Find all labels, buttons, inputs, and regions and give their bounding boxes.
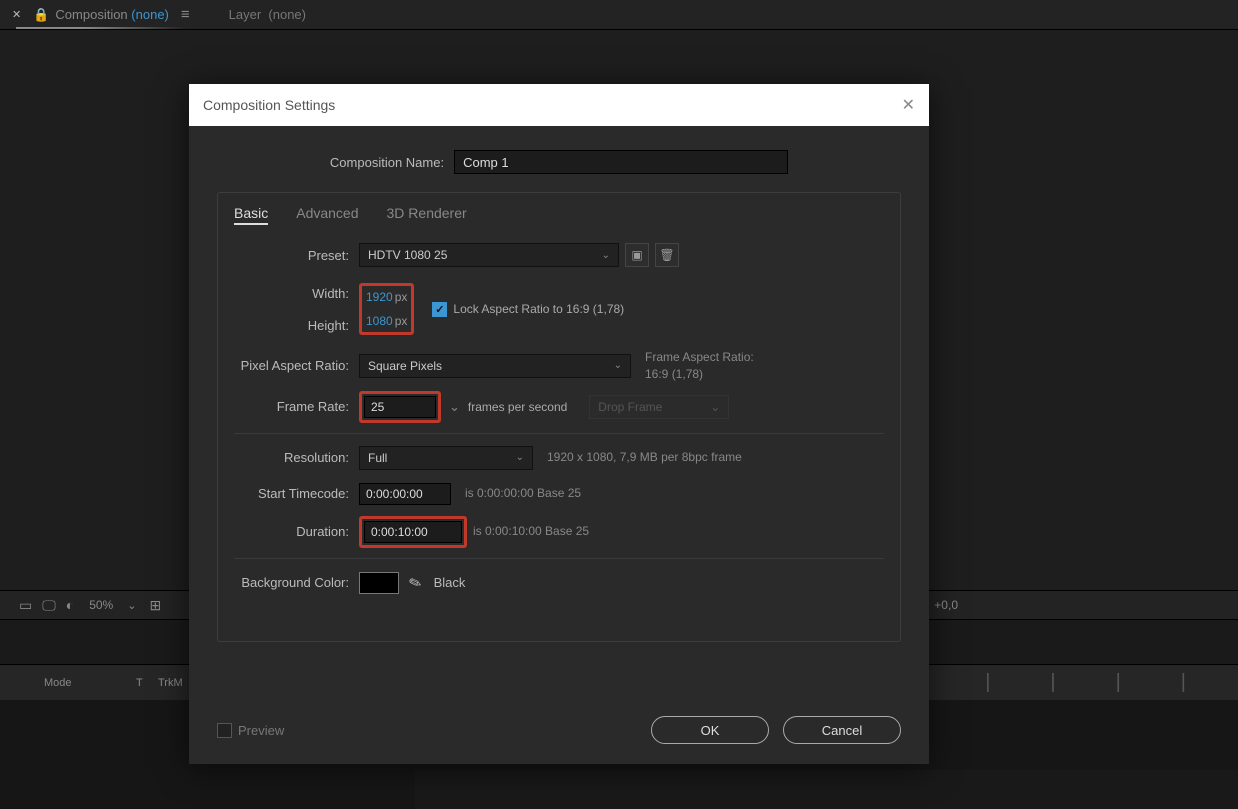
frame-aspect-info: Frame Aspect Ratio: 16:9 (1,78) [645, 349, 754, 383]
composition-settings-dialog: Composition Settings ✕ Composition Name:… [189, 84, 929, 764]
tab-3d-renderer[interactable]: 3D Renderer [387, 205, 467, 225]
settings-tabs-frame: Basic Advanced 3D Renderer Preset: HDTV … [217, 192, 901, 642]
column-t: T [136, 677, 158, 689]
panel-tab-layer[interactable]: Layer (none) [229, 7, 306, 22]
start-timecode-info: is 0:00:00:00 Base 25 [465, 485, 581, 502]
close-icon[interactable]: ✕ [6, 8, 27, 21]
tab-basic[interactable]: Basic [234, 205, 268, 225]
dialog-body: Composition Name: Basic Advanced 3D Rend… [189, 126, 929, 702]
menu-icon[interactable]: ≡ [169, 6, 201, 23]
fps-input[interactable] [364, 396, 436, 418]
lock-icon[interactable]: 🔒 [27, 7, 55, 23]
comp-name-input[interactable] [454, 150, 788, 174]
width-unit: px [395, 290, 408, 304]
bg-color-label: Background Color: [234, 575, 359, 590]
bg-color-swatch[interactable] [359, 572, 399, 594]
preset-label: Preset: [234, 248, 359, 263]
dialog-title: Composition Settings [203, 97, 335, 113]
highlight-duration [359, 516, 467, 548]
drop-frame-dropdown: Drop Frame ⌄ [589, 395, 729, 419]
width-label: Width: [312, 286, 349, 301]
separator [234, 558, 884, 559]
chevron-down-icon[interactable]: ⌄ [449, 399, 460, 415]
height-label: Height: [308, 318, 349, 333]
mask-icon[interactable]: ◐ [61, 597, 79, 613]
trash-icon[interactable]: 🗑 [655, 243, 679, 267]
panel-header: ✕ 🔒 Composition (none) ≡ Layer (none) [0, 0, 1238, 30]
separator [234, 433, 884, 434]
tab-row: Basic Advanced 3D Renderer [234, 205, 884, 225]
start-timecode-input[interactable] [359, 483, 451, 505]
duration-input[interactable] [364, 521, 462, 543]
chevron-down-icon: ⌄ [710, 400, 720, 414]
zoom-value[interactable]: 50% [79, 598, 123, 612]
eyedropper-icon[interactable]: ✎ [406, 572, 424, 593]
resolution-dropdown[interactable]: Full ⌄ [359, 446, 533, 470]
par-label: Pixel Aspect Ratio: [234, 358, 359, 373]
preset-dropdown[interactable]: HDTV 1080 25 ⌄ [359, 243, 619, 267]
ok-button[interactable]: OK [651, 716, 769, 744]
par-dropdown[interactable]: Square Pixels ⌄ [359, 354, 631, 378]
highlight-width-height: 1920 px 1080 px [359, 283, 414, 335]
column-trkmat: TrkM [158, 677, 183, 689]
time-ruler[interactable]: |||||| [920, 664, 1238, 700]
resolution-info: 1920 x 1080, 7,9 MB per 8bpc frame [547, 449, 742, 466]
cancel-button[interactable]: Cancel [783, 716, 901, 744]
preview-checkbox[interactable] [217, 723, 232, 738]
chevron-down-icon: ⌄ [516, 452, 524, 463]
preview-label: Preview [238, 723, 284, 738]
height-unit: px [395, 314, 408, 328]
duration-info: is 0:00:10:00 Base 25 [473, 523, 589, 540]
lock-aspect-checkbox[interactable]: ✓ [432, 302, 447, 317]
screen-icon[interactable]: 🖵 [37, 597, 61, 614]
grid-icon[interactable]: ⊞ [144, 597, 166, 614]
timeline-body-right [415, 770, 1238, 809]
height-value[interactable]: 1080 [366, 314, 393, 328]
panel-tab-composition[interactable]: Composition (none) [55, 7, 168, 22]
lock-aspect-label: Lock Aspect Ratio to 16:9 (1,78) [453, 302, 624, 316]
fps-label: Frame Rate: [234, 399, 359, 414]
bg-color-name: Black [434, 575, 466, 590]
close-icon[interactable]: ✕ [902, 95, 915, 115]
column-mode: Mode [44, 677, 136, 689]
highlight-framerate [359, 391, 441, 423]
exposure-value[interactable]: +0,0 [934, 598, 958, 612]
resolution-label: Resolution: [234, 450, 359, 465]
tab-advanced[interactable]: Advanced [296, 205, 358, 225]
duration-label: Duration: [234, 524, 359, 539]
chevron-down-icon: ⌄ [614, 360, 622, 371]
comp-name-label: Composition Name: [330, 155, 454, 170]
tab-underline [16, 27, 186, 29]
preview-checkbox-row[interactable]: Preview [217, 723, 284, 738]
fps-unit-text: frames per second [468, 400, 567, 414]
monitor-icon[interactable]: ▭ [14, 597, 37, 614]
dialog-titlebar: Composition Settings ✕ [189, 84, 929, 126]
chevron-down-icon[interactable]: ⌄ [123, 599, 140, 612]
dialog-footer: Preview OK Cancel [189, 702, 929, 764]
start-timecode-label: Start Timecode: [234, 486, 359, 501]
save-preset-icon[interactable]: ▣ [625, 243, 649, 267]
width-value[interactable]: 1920 [366, 290, 393, 304]
chevron-down-icon: ⌄ [602, 250, 610, 261]
